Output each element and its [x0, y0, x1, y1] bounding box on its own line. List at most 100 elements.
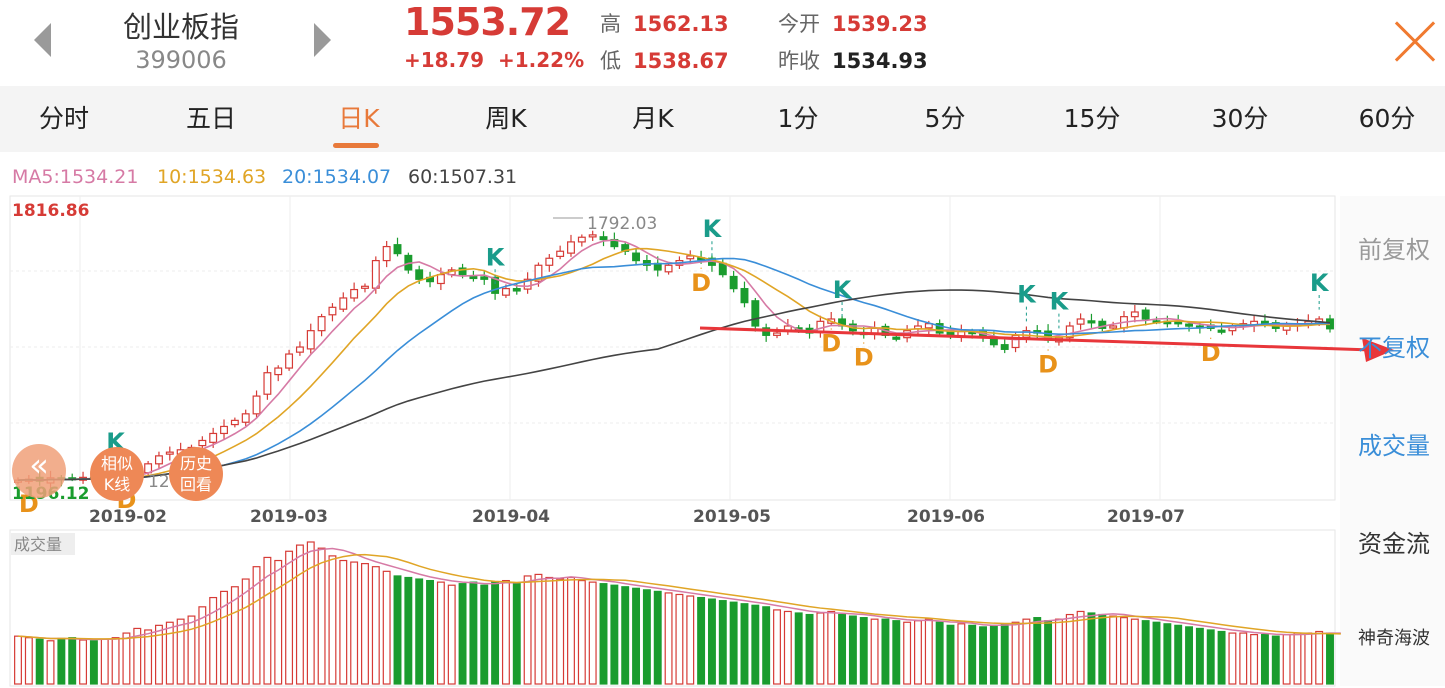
- volume-bar: [295, 544, 304, 685]
- side-qfq[interactable]: 前复权: [1345, 230, 1443, 265]
- volume-bar: [588, 581, 597, 685]
- signal-d-label: D: [1038, 351, 1058, 379]
- side-volume[interactable]: 成交量: [1345, 426, 1443, 461]
- candle-body: [339, 297, 348, 310]
- volume-bar: [718, 600, 727, 685]
- volume-bar: [469, 581, 478, 685]
- volume-bar: [328, 555, 337, 685]
- volume-bar: [1054, 618, 1063, 685]
- volume-bar: [14, 635, 22, 685]
- low-annotation: 12: [148, 472, 170, 492]
- candle-body: [577, 236, 586, 243]
- candle-body: [588, 234, 597, 238]
- ma5-line: [17, 239, 1331, 481]
- volume-bar: [491, 581, 500, 685]
- volume-bar: [426, 579, 434, 685]
- volume-bar: [729, 601, 738, 685]
- signal-k-label: K: [486, 243, 506, 271]
- x-tick-label: 2019-02: [89, 507, 167, 527]
- volume-bar: [1141, 620, 1150, 685]
- candle-body: [892, 336, 901, 340]
- volume-bar: [1076, 610, 1085, 685]
- volume-bar: [881, 618, 890, 685]
- signal-d-label: D: [854, 344, 874, 372]
- volume-bar: [1304, 632, 1313, 685]
- volume-bar: [382, 570, 391, 685]
- volume-bar: [1044, 620, 1053, 685]
- candle-body: [1076, 318, 1085, 325]
- candle-body: [328, 306, 337, 316]
- volume-bar: [317, 547, 326, 685]
- volume-bar: [903, 621, 912, 685]
- volume-bar: [436, 581, 445, 685]
- x-tick-label: 2019-06: [907, 507, 985, 527]
- ma60-line: [17, 289, 1331, 481]
- side-bfq[interactable]: 不复权: [1345, 328, 1443, 363]
- volume-bar: [57, 637, 66, 685]
- back-double-arrow-icon[interactable]: «: [12, 444, 66, 498]
- volume-bar: [79, 639, 88, 685]
- volume-bar: [89, 640, 98, 685]
- history-review-button[interactable]: 历史 回看: [169, 447, 223, 501]
- signal-k-label: K: [1017, 281, 1037, 309]
- similar-kline-button[interactable]: 相似 K线: [90, 447, 144, 501]
- candle-body: [198, 439, 207, 447]
- volume-bar: [68, 637, 77, 685]
- volume-bar: [610, 584, 619, 685]
- candle-body: [1217, 329, 1226, 333]
- signal-d-label: D: [691, 269, 711, 297]
- candle-body: [361, 285, 369, 289]
- volume-bar: [35, 638, 44, 685]
- candle-body: [729, 275, 738, 290]
- candle-body: [241, 413, 250, 423]
- volume-bar: [523, 575, 532, 685]
- volume-bar: [1065, 613, 1074, 685]
- candle-body: [230, 419, 239, 426]
- volume-bar: [24, 637, 33, 685]
- volume-bar: [924, 618, 933, 685]
- volume-bar: [404, 576, 413, 685]
- volume-bar: [1152, 621, 1161, 685]
- volume-bar: [1174, 624, 1183, 685]
- y-max-label: 1816.86: [12, 201, 89, 221]
- side-magic-wave[interactable]: 神奇海波: [1345, 624, 1443, 650]
- candle-body: [1174, 321, 1183, 325]
- volume-bar: [350, 561, 359, 685]
- volume-bar: [447, 584, 456, 685]
- candle-body: [1141, 309, 1150, 320]
- kline-chart[interactable]: DDKKKDKDDKKDDK1816.861196.121792.0312201…: [0, 0, 1445, 688]
- volume-bar: [859, 617, 868, 685]
- candle-body: [415, 269, 424, 280]
- volume-bar: [556, 578, 565, 685]
- signal-k-label: K: [833, 276, 853, 304]
- volume-bar: [393, 575, 402, 685]
- volume-bar: [1271, 635, 1280, 685]
- volume-bar: [480, 584, 489, 685]
- candle-body: [1109, 325, 1118, 329]
- volume-bar: [1163, 623, 1172, 685]
- volume-bar: [100, 638, 109, 685]
- volume-bar: [805, 613, 814, 685]
- volume-bar: [642, 589, 651, 685]
- volume-bar: [144, 629, 153, 685]
- side-capital-flow[interactable]: 资金流: [1345, 524, 1443, 559]
- volume-bar: [957, 623, 966, 685]
- volume-bar: [1098, 613, 1107, 685]
- volume-bar: [1033, 617, 1042, 685]
- candle-body: [664, 264, 673, 273]
- candle-body: [1000, 344, 1009, 350]
- candle-body: [1185, 323, 1194, 327]
- volume-bar: [599, 583, 608, 685]
- candle-body: [263, 372, 272, 395]
- candle-body: [371, 259, 380, 289]
- volume-bar: [501, 579, 510, 685]
- volume-bar: [1109, 615, 1118, 685]
- candle-body: [567, 241, 575, 254]
- candle-body: [393, 244, 402, 255]
- volume-bar: [1195, 627, 1204, 685]
- candle-body: [209, 432, 218, 443]
- candle-body: [306, 330, 315, 350]
- volume-bar: [816, 612, 825, 685]
- volume-bar: [1022, 618, 1031, 685]
- volume-bar: [1130, 618, 1139, 685]
